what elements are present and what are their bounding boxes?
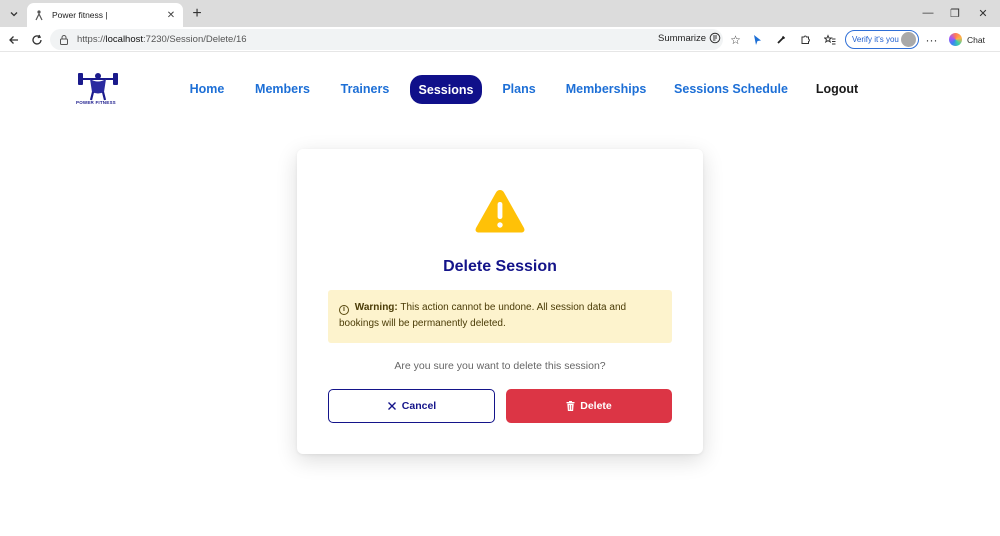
- warning-label: Warning:: [354, 302, 398, 313]
- modal-title: Delete Session: [443, 258, 557, 275]
- confirm-question: Are you sure you want to delete this ses…: [394, 360, 606, 372]
- site-info-icon[interactable]: [58, 34, 70, 46]
- cancel-label: Cancel: [401, 400, 437, 412]
- warning-triangle-icon: [475, 190, 525, 233]
- delete-button[interactable]: Delete: [506, 389, 672, 423]
- reload-icon[interactable]: [28, 31, 45, 48]
- info-circle-icon: i: [339, 305, 349, 315]
- favorite-star-icon[interactable]: ☆: [727, 31, 744, 48]
- more-menu-icon[interactable]: ···: [923, 31, 940, 48]
- tab-list-chevron-icon[interactable]: [4, 4, 24, 24]
- warning-alert: i Warning: This action cannot be undone.…: [328, 290, 672, 343]
- url-text: https://localhost:7230/Session/Delete/16: [77, 34, 247, 45]
- tab-title: Power fitness |: [52, 10, 108, 20]
- tab-close-icon[interactable]: ✕: [165, 9, 177, 21]
- pointer-extension-icon[interactable]: [749, 31, 766, 48]
- nav-memberships[interactable]: Memberships: [562, 74, 650, 104]
- nav-plans[interactable]: Plans: [499, 74, 539, 104]
- delete-label: Delete: [580, 400, 612, 412]
- verify-label: Verify it's you: [852, 35, 899, 44]
- nav-sessions[interactable]: Sessions: [410, 75, 482, 104]
- summarize-icon: [709, 32, 721, 44]
- chat-button[interactable]: Chat: [949, 31, 985, 48]
- back-arrow-icon[interactable]: [5, 31, 22, 48]
- window-close-icon[interactable]: ✕: [973, 4, 993, 22]
- restore-icon[interactable]: ❐: [945, 4, 965, 22]
- verify-profile-button[interactable]: Verify it's you: [845, 30, 919, 49]
- minimize-icon[interactable]: —: [918, 4, 938, 22]
- delete-session-card: Delete Session i Warning: This action ca…: [297, 149, 703, 454]
- chat-label: Chat: [967, 34, 985, 45]
- address-bar[interactable]: https://localhost:7230/Session/Delete/16: [50, 29, 723, 50]
- cancel-button[interactable]: Cancel: [328, 389, 495, 423]
- nav-members[interactable]: Members: [251, 74, 314, 104]
- copilot-icon: [949, 33, 962, 46]
- nav-logout[interactable]: Logout: [812, 74, 862, 104]
- favorites-collection-icon[interactable]: [821, 31, 838, 48]
- trash-icon: [566, 401, 575, 411]
- extensions-puzzle-icon[interactable]: [797, 31, 814, 48]
- close-x-icon: [387, 402, 396, 410]
- browser-toolbar: https://localhost:7230/Session/Delete/16…: [0, 27, 1000, 52]
- summarize-button[interactable]: Summarize: [658, 32, 721, 44]
- profile-avatar: [901, 32, 916, 47]
- eyedropper-extension-icon[interactable]: [773, 31, 790, 48]
- logo-wordmark: POWER FITNESS: [76, 100, 116, 105]
- new-tab-plus-icon[interactable]: +: [188, 5, 206, 23]
- browser-tabstrip: Power fitness | ✕ + — ❐ ✕: [0, 0, 1000, 27]
- nav-sessions-schedule[interactable]: Sessions Schedule: [672, 74, 790, 104]
- nav-home[interactable]: Home: [184, 74, 230, 104]
- site-favicon-icon: [35, 10, 43, 21]
- nav-trainers[interactable]: Trainers: [336, 74, 394, 104]
- browser-tab[interactable]: Power fitness | ✕: [27, 3, 183, 27]
- summarize-label: Summarize: [658, 32, 707, 44]
